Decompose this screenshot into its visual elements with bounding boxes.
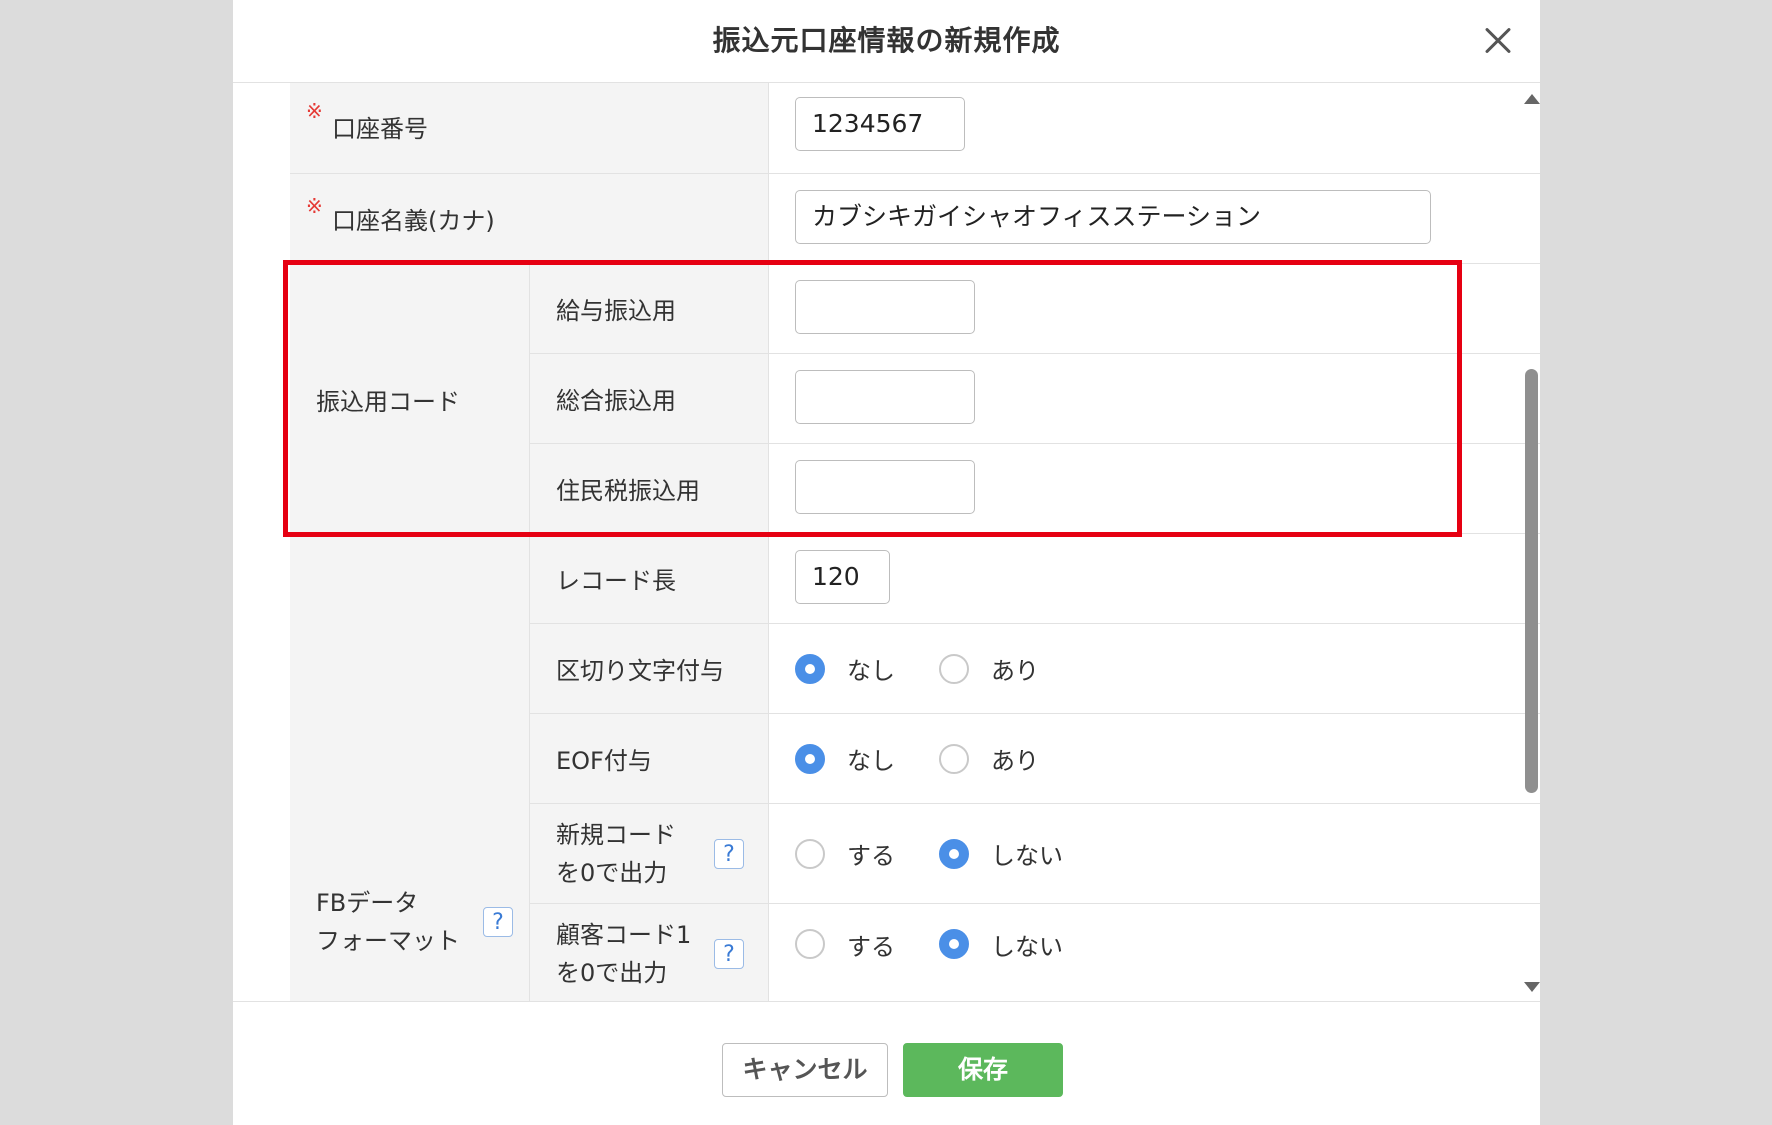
- form-scroll-area[interactable]: ※ 口座番号 1234567 ※ 口座名義(カナ) カブシキガイシャオフィスステ…: [233, 83, 1540, 1001]
- radio-label: あり: [991, 657, 1039, 685]
- new-code-zero-label-line2: を0で出力: [556, 859, 668, 887]
- radio-label: なし: [847, 657, 895, 685]
- required-mark: ※: [306, 99, 323, 123]
- delimiter-value-cell: なし あり: [768, 624, 1540, 714]
- account-number-value-cell: 1234567: [768, 83, 1540, 173]
- radio-label: する: [847, 842, 895, 870]
- radio-unselected-icon: [939, 743, 969, 774]
- customer-code-zero-label-line2: を0で出力: [556, 959, 668, 987]
- modal-header: 振込元口座情報の新規作成: [233, 0, 1540, 83]
- new-code-zero-label-cell: 新規コード を0で出力 ?: [529, 804, 768, 904]
- customer-code-zero-row: 顧客コード1 を0で出力 ? する しない: [290, 904, 1540, 1001]
- required-mark: ※: [306, 194, 323, 218]
- account-name-value-cell: カブシキガイシャオフィスステーション: [768, 174, 1540, 263]
- radio-selected-icon: [939, 838, 969, 869]
- eof-value-cell: なし あり: [768, 714, 1540, 804]
- customer-code-zero-radio-yes[interactable]: する: [795, 927, 895, 962]
- account-number-label-cell: ※ 口座番号: [290, 83, 768, 173]
- modal-title: 振込元口座情報の新規作成: [712, 24, 1061, 57]
- salary-transfer-row: 給与振込用: [290, 264, 1540, 354]
- close-icon[interactable]: [1478, 20, 1518, 60]
- radio-unselected-icon: [795, 929, 825, 959]
- customer-code-zero-radio-no[interactable]: しない: [939, 927, 1063, 962]
- eof-radio-none[interactable]: なし: [795, 741, 895, 776]
- delimiter-row: 区切り文字付与 なし あり: [290, 624, 1540, 714]
- customer-code-zero-label-cell: 顧客コード1 を0で出力 ?: [529, 904, 768, 1001]
- account-name-input[interactable]: カブシキガイシャオフィスステーション: [795, 190, 1431, 244]
- account-number-input[interactable]: 1234567: [795, 97, 965, 151]
- record-length-label-cell: レコード長: [529, 534, 768, 624]
- record-length-label: レコード長: [556, 567, 676, 595]
- salary-transfer-input[interactable]: [795, 280, 975, 334]
- eof-label: EOF付与: [556, 747, 652, 775]
- customer-code-zero-help-icon[interactable]: ?: [714, 939, 744, 969]
- general-transfer-label: 総合振込用: [556, 387, 676, 415]
- new-code-zero-value-cell: する しない: [768, 804, 1540, 904]
- delimiter-radio-none[interactable]: なし: [795, 651, 895, 686]
- general-transfer-label-cell: 総合振込用: [529, 354, 768, 444]
- account-number-row: ※ 口座番号 1234567: [290, 83, 1540, 174]
- create-account-modal: 振込元口座情報の新規作成 ※ 口座番号 1234567 ※ 口座名義(カナ) カ…: [233, 0, 1540, 1125]
- delimiter-radio-group: なし あり: [795, 624, 1083, 713]
- account-name-row: ※ 口座名義(カナ) カブシキガイシャオフィスステーション: [290, 174, 1540, 264]
- radio-unselected-icon: [939, 653, 969, 684]
- salary-transfer-label-cell: 給与振込用: [529, 264, 768, 354]
- general-transfer-input[interactable]: [795, 370, 975, 424]
- resident-tax-transfer-value-cell: [768, 444, 1540, 533]
- radio-label: しない: [991, 932, 1063, 961]
- scroll-down-arrow-icon[interactable]: [1524, 982, 1540, 992]
- customer-code-zero-radio-group: する しない: [795, 904, 1107, 984]
- new-code-zero-label: 新規コード を0で出力: [556, 816, 676, 892]
- cancel-button[interactable]: キャンセル: [722, 1043, 888, 1097]
- scroll-up-arrow-icon[interactable]: [1524, 94, 1540, 104]
- radio-unselected-icon: [795, 838, 825, 869]
- save-button[interactable]: 保存: [903, 1043, 1063, 1097]
- salary-transfer-label: 給与振込用: [556, 297, 676, 325]
- radio-label: する: [847, 932, 895, 961]
- account-number-label: 口座番号: [332, 114, 428, 143]
- radio-label: なし: [847, 747, 895, 775]
- new-code-zero-radio-no[interactable]: しない: [939, 836, 1063, 871]
- account-name-label-cell: ※ 口座名義(カナ): [290, 174, 768, 263]
- delimiter-radio-yes[interactable]: あり: [939, 651, 1039, 686]
- record-length-row: レコード長 120: [290, 534, 1540, 624]
- new-code-zero-radio-group: する しない: [795, 804, 1107, 903]
- eof-label-cell: EOF付与: [529, 714, 768, 804]
- record-length-input[interactable]: 120: [795, 550, 890, 604]
- resident-tax-transfer-label: 住民税振込用: [556, 477, 700, 505]
- customer-code-zero-value-cell: する しない: [768, 904, 1540, 1001]
- customer-code-zero-label: 顧客コード1 を0で出力: [556, 916, 691, 992]
- scrollbar-thumb[interactable]: [1525, 369, 1538, 793]
- customer-code-zero-label-line1: 顧客コード1: [556, 921, 692, 949]
- record-length-value-cell: 120: [768, 534, 1540, 624]
- new-code-zero-label-line1: 新規コード: [556, 821, 676, 849]
- radio-label: あり: [991, 747, 1039, 775]
- resident-tax-transfer-row: 住民税振込用: [290, 444, 1540, 534]
- radio-selected-icon: [795, 743, 825, 774]
- new-code-zero-radio-yes[interactable]: する: [795, 836, 895, 871]
- radio-label: しない: [991, 842, 1063, 870]
- general-transfer-row: 総合振込用: [290, 354, 1540, 444]
- modal-footer: キャンセル 保存: [233, 1001, 1540, 1125]
- eof-radio-group: なし あり: [795, 714, 1083, 803]
- account-name-label: 口座名義(カナ): [332, 207, 495, 235]
- radio-selected-icon: [795, 653, 825, 684]
- radio-selected-icon: [939, 929, 969, 959]
- general-transfer-value-cell: [768, 354, 1540, 444]
- eof-row: EOF付与 なし あり: [290, 714, 1540, 804]
- new-code-zero-help-icon[interactable]: ?: [714, 839, 744, 869]
- resident-tax-transfer-input[interactable]: [795, 460, 975, 514]
- new-code-zero-row: 新規コード を0で出力 ? する しない: [290, 804, 1540, 904]
- delimiter-label-cell: 区切り文字付与: [529, 624, 768, 714]
- resident-tax-transfer-label-cell: 住民税振込用: [529, 444, 768, 533]
- delimiter-label: 区切り文字付与: [556, 657, 724, 685]
- salary-transfer-value-cell: [768, 264, 1540, 354]
- eof-radio-yes[interactable]: あり: [939, 741, 1039, 776]
